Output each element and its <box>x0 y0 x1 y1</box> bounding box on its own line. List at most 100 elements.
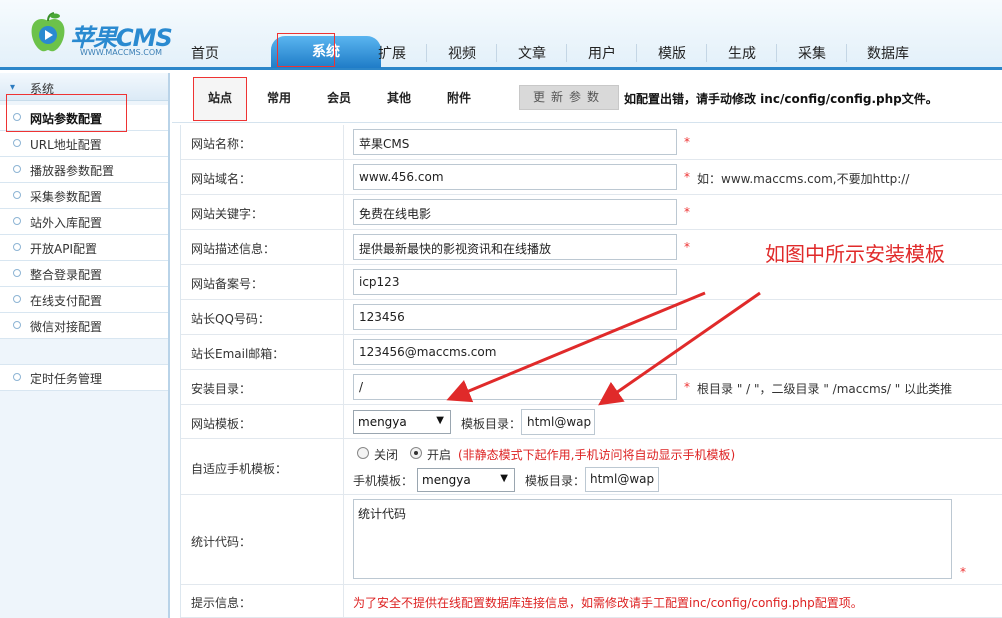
highlight-box-sidebar <box>6 94 127 132</box>
field-label: 统计代码： <box>191 535 252 549</box>
field-label: 自适应手机模板： <box>191 462 288 476</box>
install-dir-input[interactable]: / <box>353 374 677 400</box>
nav-user[interactable]: 用户 <box>584 42 620 67</box>
form-row-mobile-template: 自适应手机模板： 关闭 开启 (非静态模式下起作用,手机访问将自动显示手机模板)… <box>181 439 1002 495</box>
circle-bullet-icon <box>13 269 21 277</box>
template-select[interactable]: mengya ▼ <box>353 410 451 434</box>
sidebar-item-label: 开放API配置 <box>30 242 97 256</box>
form-row-email: 站长Email邮箱： 123456@maccms.com <box>181 335 1002 370</box>
annotation-text: 如图中所示安装模板 <box>765 242 945 266</box>
tab-site[interactable]: 站点 <box>208 89 232 109</box>
nav-divider <box>496 44 497 62</box>
mobile-template-dir-input[interactable]: html@wap <box>585 467 659 492</box>
install-dir-hint: 根目录 " / "，二级目录 " /maccms/ " 以此类推 <box>697 382 953 396</box>
nav-video[interactable]: 视频 <box>444 42 480 67</box>
tab-attachment[interactable]: 附件 <box>447 89 471 109</box>
logo: 苹果CMS WWW.MACCMS.COM <box>28 12 178 62</box>
main-content: 站点 常用 会员 其他 附件 更新参数 如配置出错，请手动修改 inc/conf… <box>172 73 1002 618</box>
form-row-keywords: 网站关键字： 免费在线电影 * <box>181 195 1002 230</box>
mobile-template-dir-label: 模板目录： <box>525 474 586 488</box>
sidebar-item-player-config[interactable]: 播放器参数配置 <box>0 157 168 183</box>
mobile-template-select[interactable]: mengya ▼ <box>417 468 515 492</box>
field-label: 站长QQ号码： <box>191 312 270 326</box>
sidebar-item-url-config[interactable]: URL地址配置 <box>0 131 168 157</box>
form-row-tip: 提示信息： 为了安全不提供在线配置数据库连接信息，如需修改请手工配置inc/co… <box>181 585 1002 618</box>
mobile-note: (非静态模式下起作用,手机访问将自动显示手机模板) <box>458 448 736 462</box>
form-row-stats-code: 统计代码： 统计代码 * <box>181 495 1002 585</box>
apple-logo-icon <box>31 12 65 52</box>
dropdown-arrow-icon: ▼ <box>500 473 508 484</box>
sidebar-item-label: 整合登录配置 <box>30 268 103 282</box>
tab-other[interactable]: 其他 <box>387 89 411 109</box>
circle-bullet-icon <box>13 191 21 199</box>
form-row-template: 网站模板： mengya ▼ 模板目录： html@wap <box>181 405 1002 439</box>
stats-code-textarea[interactable]: 统计代码 <box>353 499 952 579</box>
required-mark: * <box>684 170 690 184</box>
sidebar-item-label: 采集参数配置 <box>30 190 103 204</box>
form-row-site-name: 网站名称： 苹果CMS * <box>181 125 1002 160</box>
circle-bullet-icon <box>13 165 21 173</box>
sidebar: ▾ 系统 网站参数配置 URL地址配置 播放器参数配置 采集参数配置 站外入库配… <box>0 73 170 618</box>
config-note: 如配置出错，请手动修改 inc/config/config.php文件。 <box>624 92 938 106</box>
required-mark: * <box>960 565 966 579</box>
tab-member[interactable]: 会员 <box>327 89 351 109</box>
template-dir-input[interactable]: html@wap <box>521 409 595 435</box>
field-label: 网站备案号： <box>191 277 264 291</box>
app-window: 苹果CMS WWW.MACCMS.COM 首页 系统 扩展 视频 文章 用户 模… <box>0 0 1002 618</box>
sidebar-item-collect-config[interactable]: 采集参数配置 <box>0 183 168 209</box>
domain-input[interactable]: www.456.com <box>353 164 677 190</box>
nav-home[interactable]: 首页 <box>187 42 223 67</box>
icp-input[interactable]: icp123 <box>353 269 677 295</box>
logo-subtext: WWW.MACCMS.COM <box>80 48 163 57</box>
circle-bullet-icon <box>13 321 21 329</box>
mobile-on-radio[interactable] <box>410 447 422 459</box>
tab-common[interactable]: 常用 <box>267 89 291 109</box>
site-name-input[interactable]: 苹果CMS <box>353 129 677 155</box>
nav-generate[interactable]: 生成 <box>724 42 760 67</box>
circle-bullet-icon <box>13 139 21 147</box>
mobile-off-label: 关闭 <box>374 448 399 462</box>
nav-article[interactable]: 文章 <box>514 42 550 67</box>
field-label: 网站名称： <box>191 137 252 151</box>
nav-divider <box>636 44 637 62</box>
required-mark: * <box>684 135 690 149</box>
sidebar-item-login-config[interactable]: 整合登录配置 <box>0 261 168 287</box>
field-label: 站长Email邮箱： <box>191 347 285 361</box>
description-input[interactable]: 提供最新最快的影视资讯和在线播放 <box>353 234 677 260</box>
email-input[interactable]: 123456@maccms.com <box>353 339 677 365</box>
form-row-install-dir: 安装目录： / * 根目录 " / "，二级目录 " /maccms/ " 以此… <box>181 370 1002 405</box>
form-row-domain: 网站域名： www.456.com * 如：www.maccms.com,不要加… <box>181 160 1002 195</box>
tree-icon: ▾ <box>10 82 16 93</box>
required-mark: * <box>684 240 690 254</box>
sidebar-item-wechat-config[interactable]: 微信对接配置 <box>0 313 168 339</box>
sidebar-item-external-import[interactable]: 站外入库配置 <box>0 209 168 235</box>
template-dir-label: 模板目录： <box>461 417 522 431</box>
circle-bullet-icon <box>13 217 21 225</box>
sidebar-item-payment-config[interactable]: 在线支付配置 <box>0 287 168 313</box>
refresh-params-button[interactable]: 更新参数 <box>519 85 619 110</box>
template-select-value: mengya <box>358 415 407 429</box>
domain-hint: 如：www.maccms.com,不要加http:// <box>697 172 910 186</box>
nav-collect[interactable]: 采集 <box>794 42 830 67</box>
field-label: 提示信息： <box>191 596 252 610</box>
nav-database[interactable]: 数据库 <box>864 42 912 67</box>
sidebar-item-api-config[interactable]: 开放API配置 <box>0 235 168 261</box>
nav-template[interactable]: 模版 <box>654 42 690 67</box>
nav-extend[interactable]: 扩展 <box>374 42 410 67</box>
qq-input[interactable]: 123456 <box>353 304 677 330</box>
required-mark: * <box>684 205 690 219</box>
highlight-box-nav <box>277 33 335 67</box>
keywords-input[interactable]: 免费在线电影 <box>353 199 677 225</box>
site-config-form: 网站名称： 苹果CMS * 网站域名： www.456.com * 如：www.… <box>180 125 1002 618</box>
circle-bullet-icon <box>13 373 21 381</box>
sidebar-spacer <box>0 339 168 365</box>
nav-divider <box>566 44 567 62</box>
sidebar-item-cron-tasks[interactable]: 定时任务管理 <box>0 365 168 391</box>
mobile-off-radio[interactable] <box>357 447 369 459</box>
sidebar-item-label: 定时任务管理 <box>30 372 103 386</box>
tip-text: 为了安全不提供在线配置数据库连接信息，如需修改请手工配置inc/config/c… <box>353 596 863 610</box>
field-label: 安装目录： <box>191 382 252 396</box>
form-row-qq: 站长QQ号码： 123456 <box>181 300 1002 335</box>
sidebar-item-label: 在线支付配置 <box>30 294 103 308</box>
sidebar-item-label: 站外入库配置 <box>30 216 103 230</box>
